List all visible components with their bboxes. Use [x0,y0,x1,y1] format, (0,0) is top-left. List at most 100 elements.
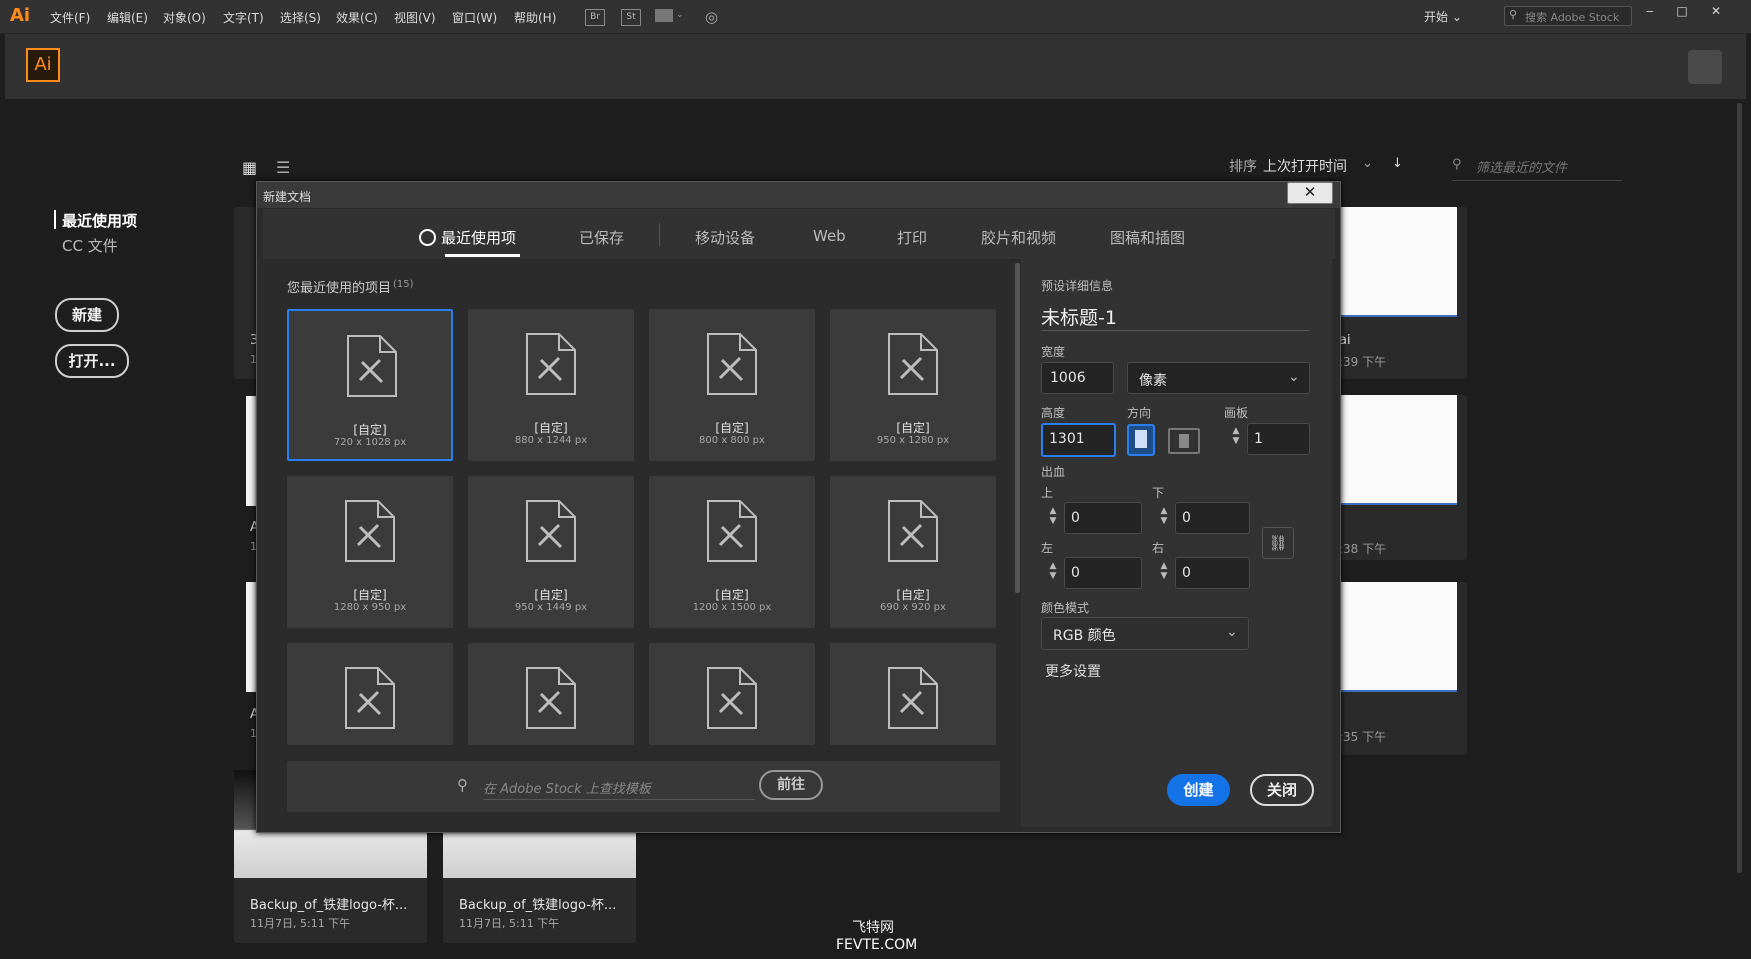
chevron-down-icon[interactable]: ⌄ [676,10,684,20]
watermark-line1: 飞特网 [852,920,894,936]
recent-file-name: Backup_of_铁建logo-杯... [250,898,408,913]
tab-art-illustration[interactable]: 图稿和插图 [1110,227,1185,248]
template-name: [自定] [534,588,568,602]
artboards-input[interactable]: 1 [1247,423,1310,455]
artboards-stepper[interactable]: ▲ ▼ [1226,426,1246,446]
tab-web[interactable]: Web [813,227,846,245]
bleed-right-stepper[interactable]: ▲ ▼ [1154,561,1174,581]
bleed-bottom-input[interactable]: 0 [1175,502,1250,534]
workspace-label: 开始 [1424,10,1449,24]
menu-effect[interactable]: 效果(C) [336,9,378,26]
template-size: 720 x 1028 px [333,437,407,448]
chevron-down-icon: ⌄ [1288,369,1300,385]
template-card[interactable]: [自定] 1280 x 950 px [287,476,453,628]
height-input[interactable]: 1301 [1041,423,1116,457]
open-button[interactable]: 打开... [55,344,129,378]
color-mode-value: RGB 颜色 [1053,628,1116,644]
landscape-button[interactable] [1168,428,1200,454]
artboards-label: 画板 [1224,406,1249,420]
template-scrollbar[interactable] [1015,263,1020,593]
template-name: [自定] [715,421,749,435]
bleed-bottom-stepper[interactable]: ▲ ▼ [1154,506,1174,526]
unit-select[interactable]: 像素 ⌄ [1127,362,1310,394]
template-size: 950 x 1449 px [514,602,588,613]
portrait-button[interactable] [1127,424,1155,456]
nav-cc-files[interactable]: CC 文件 [62,235,118,256]
more-settings-link[interactable]: 更多设置 [1045,661,1101,681]
bleed-top-stepper[interactable]: ▲ ▼ [1043,506,1063,526]
template-card[interactable]: [自定] 800 x 800 px [649,309,815,461]
menu-view[interactable]: 视图(V) [394,9,436,26]
scrollbar[interactable] [1737,103,1742,873]
go-button[interactable]: 前往 [759,770,823,800]
bleed-top-input[interactable]: 0 [1064,502,1142,534]
tab-film-video[interactable]: 胶片和视频 [981,227,1056,248]
link-icon[interactable]: ⛓ [1262,527,1294,559]
template-card[interactable]: [自定] 950 x 1280 px [830,309,996,461]
template-size: 950 x 1280 px [876,435,950,446]
dialog-cancel-button[interactable]: 关闭 [1250,774,1314,806]
workspace-switcher[interactable]: 开始 ⌄ [1424,8,1462,25]
partial-text: :35 下午 [1339,730,1387,744]
bleed-left-input[interactable]: 0 [1064,557,1142,589]
menu-help[interactable]: 帮助(H) [514,9,556,26]
document-icon [526,667,576,729]
sort-direction-icon[interactable]: ↓ [1392,156,1403,171]
template-card[interactable]: [自定] 880 x 1244 px [468,309,634,461]
template-card[interactable]: [自定] 1200 x 1500 px [649,476,815,628]
template-card[interactable]: [自定] 690 x 920 px [830,476,996,628]
bleed-left-stepper[interactable]: ▲ ▼ [1043,561,1063,581]
document-icon [707,500,757,562]
dialog-close-button[interactable]: ✕ [1287,182,1333,204]
minimize-button[interactable]: ‒ [1640,4,1660,18]
create-button[interactable]: 创建 [1167,774,1230,806]
bleed-right-value: 0 [1182,565,1191,581]
watermark-line2: FEVTE.COM [836,937,918,953]
template-card[interactable]: [自定] 950 x 1449 px [468,476,634,628]
bleed-right-input[interactable]: 0 [1175,557,1250,589]
filter-recent-input[interactable]: 筛选最近的文件 [1476,157,1567,176]
artboards-value: 1 [1254,431,1263,447]
template-card[interactable]: [自定] 720 x 1028 px [287,309,453,461]
template-card[interactable] [287,643,453,745]
close-window-button[interactable]: ✕ [1706,4,1726,18]
document-icon [888,500,938,562]
menu-file[interactable]: 文件(F) [50,9,90,26]
avatar[interactable] [1688,50,1722,84]
menu-type[interactable]: 文字(T) [223,9,264,26]
clock-icon [419,229,436,246]
menu-object[interactable]: 对象(O) [163,9,206,26]
bridge-button[interactable]: Br [585,9,605,26]
grid-view-icon[interactable]: ▦ [242,158,257,177]
template-card[interactable] [830,643,996,745]
menu-window[interactable]: 窗口(W) [452,9,497,26]
template-card[interactable] [468,643,634,745]
color-mode-select[interactable]: RGB 颜色 ⌄ [1041,617,1249,650]
stock-search-input[interactable]: ⚲ 搜索 Adobe Stock [1504,6,1632,26]
nav-recent[interactable]: 最近使用项 [62,210,137,231]
chevron-down-icon[interactable]: ⌄ [1362,156,1373,171]
tab-mobile[interactable]: 移动设备 [695,227,755,248]
arrange-documents-icon[interactable] [655,9,673,22]
new-button[interactable]: 新建 [55,298,119,332]
tab-recent[interactable]: 最近使用项 [419,227,516,248]
menu-select[interactable]: 选择(S) [280,9,321,26]
tab-print[interactable]: 打印 [897,227,927,248]
preset-tab-bar: 最近使用项 已保存 移动设备 Web 打印 胶片和视频 图稿和插图 [263,209,1335,260]
tab-saved[interactable]: 已保存 [579,227,624,248]
sort-select[interactable]: 上次打开时间 [1263,156,1347,176]
template-card[interactable] [649,643,815,745]
menu-edit[interactable]: 编辑(E) [107,9,148,26]
maximize-button[interactable]: □ [1672,4,1692,18]
gpu-performance-icon[interactable]: ◎ [705,8,718,26]
bleed-right-label: 右 [1152,541,1165,555]
document-name-field[interactable]: 未标题-1 [1041,303,1117,330]
stock-template-search-input[interactable]: 在 Adobe Stock 上查找模板 [483,778,651,797]
width-input[interactable]: 1006 [1041,362,1114,394]
nav-active-indicator [54,210,56,229]
stock-template-search: ⚲ 在 Adobe Stock 上查找模板 前往 [287,761,1000,812]
document-icon [707,333,757,395]
stock-button[interactable]: St [621,9,641,26]
list-view-icon[interactable]: ☰ [276,158,290,177]
bleed-left-label: 左 [1041,541,1054,555]
